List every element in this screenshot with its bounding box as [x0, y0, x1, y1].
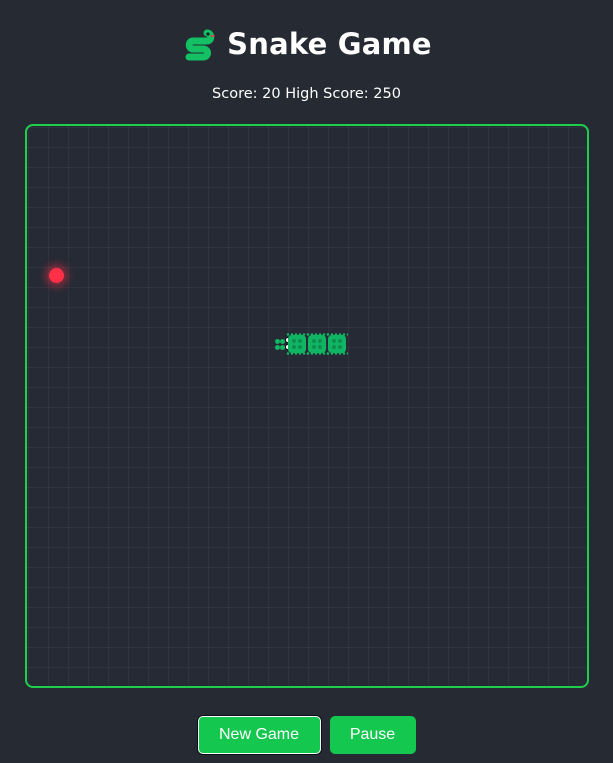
game-board[interactable]: [25, 124, 589, 688]
food-pellet: [49, 268, 64, 283]
snake-game-app: Snake Game Score: 20 High Score: 250 New…: [0, 0, 613, 763]
snake-icon: [185, 29, 215, 61]
controls: New Game Pause: [0, 716, 613, 754]
snake-body-segment: [286, 333, 308, 355]
page-title: Snake Game: [227, 27, 432, 61]
pause-button[interactable]: Pause: [329, 716, 416, 754]
snake-body-segment: [306, 333, 328, 355]
score-display: Score: 20 High Score: 250: [212, 86, 401, 102]
header: Snake Game: [0, 22, 613, 66]
new-game-button[interactable]: New Game: [197, 716, 321, 754]
snake-body-segment: [326, 333, 348, 355]
